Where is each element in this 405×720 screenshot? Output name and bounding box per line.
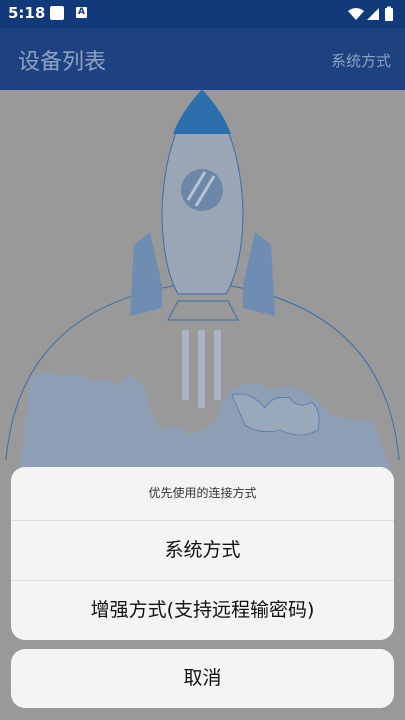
rocket-nose [173,90,231,134]
status-bar: 5:18 A [0,0,405,28]
connection-action-sheet: 优先使用的连接方式 系统方式 增强方式(支持远程输密码) [11,467,394,640]
rocket-nozzle [167,300,239,321]
exhaust-center [198,330,205,408]
option-enhanced-mode[interactable]: 增强方式(支持远程输密码) [11,581,394,640]
battery-icon [385,8,393,21]
exhaust-left [182,330,189,400]
cancel-button[interactable]: 取消 [11,649,394,708]
status-time: 5:18 [8,4,46,22]
exhaust-right [214,330,221,400]
connection-mode-button[interactable]: 系统方式 [331,50,391,71]
app-bar: 设备列表 系统方式 [0,28,405,90]
sheet-title: 优先使用的连接方式 [148,486,257,500]
status-right-icons [348,6,393,21]
rocket-fin-right [243,232,275,316]
option-system-mode[interactable]: 系统方式 [11,521,394,580]
a-notification-icon: A [76,7,87,18]
square-notification-icon [50,6,64,20]
page-title: 设备列表 [18,50,107,75]
wifi-icon [348,8,364,20]
signal-icon [367,8,379,20]
rocket-fin-left [130,232,162,316]
